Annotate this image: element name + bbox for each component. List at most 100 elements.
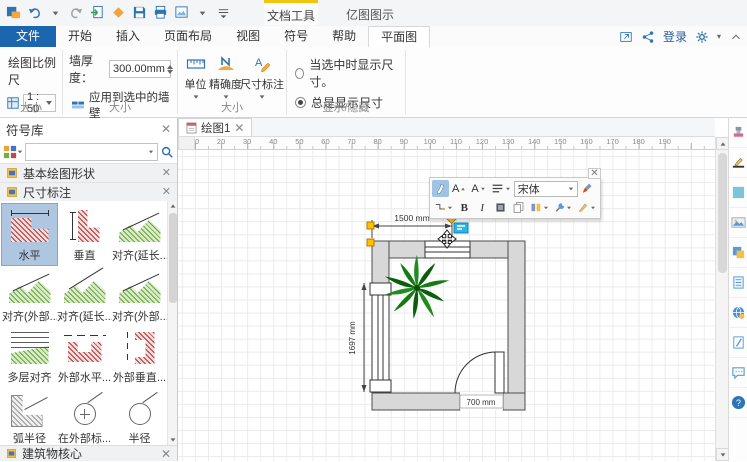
fill-style-button[interactable] [492,199,509,216]
symbol-item[interactable]: 弧半径 [2,387,57,445]
search-input[interactable] [25,143,158,161]
scrollbar-thumb [718,153,727,273]
symbol-item[interactable]: 在外部标... [57,387,112,445]
symbol-item[interactable]: 水平 [2,204,57,265]
library-section-header[interactable]: 尺寸标注✕ [0,182,177,201]
symbol-thumbnail [62,208,108,244]
symbol-item[interactable]: 对齐(延长... [112,204,167,265]
close-icon[interactable]: ✕ [162,168,171,179]
radio-option[interactable]: 当选中时显示尺寸。 [295,56,397,90]
bold-button[interactable]: B [456,199,473,216]
close-icon[interactable]: ✕ [162,187,171,198]
right-bar-button[interactable] [729,328,747,358]
qat-button[interactable] [4,3,22,21]
right-bar-button[interactable] [729,268,747,298]
canvas-vertical-scrollbar[interactable] [715,137,728,461]
quick-access-toolbar [4,3,232,21]
help-icon: ? [731,395,746,410]
font-name-select[interactable]: 宋体 [514,181,578,197]
symbol-item[interactable]: 对齐(延长... [57,265,112,326]
right-bar-button[interactable]: ? [729,388,747,418]
ribbon-tab[interactable]: 开始 [56,26,104,47]
qat-button[interactable] [67,3,85,21]
export-window-icon[interactable] [619,30,633,44]
ribbon-big-button[interactable]: A尺寸标注 [244,52,280,99]
search-icon[interactable] [160,145,174,159]
library-section-building-core[interactable]: 建筑物核心 ✕ [0,445,177,461]
copy-style-button[interactable] [510,199,527,216]
qat-button[interactable] [130,3,148,21]
right-bar-button[interactable] [729,148,747,178]
qat-button[interactable] [214,3,232,21]
right-bar-button[interactable] [729,178,747,208]
dimension-left[interactable] [362,283,367,392]
ribbon-tab[interactable]: 视图 [224,26,272,47]
ribbon-big-button[interactable]: 单位 [184,52,207,99]
symbol-item[interactable]: 对齐(外部... [112,265,167,326]
gear-dropdown-icon[interactable]: ▾ [717,32,721,41]
qat-button[interactable] [193,3,211,21]
drawing-canvas[interactable]: 700 mm 1500 mm 1697 mm [178,150,715,461]
close-icon[interactable]: ✕ [161,123,171,135]
wall-thickness-input[interactable]: 300.00mm [109,60,171,78]
symbol-item[interactable]: 垂直 [57,204,112,265]
font-increase-button[interactable]: A [450,180,468,197]
symbol-item[interactable]: 外部水平... [57,326,112,387]
close-tab-icon[interactable]: ✕ [234,122,244,134]
ribbon-tab[interactable]: 符号 [272,26,320,47]
ribbon-tab[interactable]: 页面布局 [152,26,224,47]
ribbon-tab[interactable]: 平面图 [368,26,430,47]
palm-plant-image[interactable] [384,255,449,319]
floating-toolbar: ✕ A A 宋体 B I [429,177,601,219]
right-bar-button[interactable] [729,238,747,268]
font-decrease-button[interactable]: A [469,180,487,197]
symbol-item[interactable]: 多层对齐 [2,326,57,387]
quick-color-button[interactable] [528,199,551,216]
qat-button[interactable] [151,3,169,21]
symbol-library-panel: 符号库 ✕ 基本绘图形状✕尺寸标注✕ 水平垂直对齐(延长...对齐(外部...对… [0,118,178,461]
library-section-header[interactable]: 基本绘图形状✕ [0,163,177,182]
brush-button[interactable] [579,180,596,197]
symbol-item[interactable]: 半径 [112,387,167,445]
swatch-icon [111,5,126,20]
qat-button[interactable] [172,3,190,21]
format-painter-button[interactable] [432,180,449,197]
connector-style-button[interactable] [432,199,455,216]
spinner[interactable] [167,65,173,74]
symbol-grid: 水平垂直对齐(延长...对齐(外部...对齐(延长...对齐(外部...多层对齐… [0,201,167,445]
ribbon-big-button[interactable]: 精确度 [209,52,242,99]
close-icon[interactable]: ✕ [588,168,601,179]
right-bar-button[interactable] [729,358,747,388]
symbol-item[interactable]: 对齐(外部... [2,265,57,326]
dropdown-icon [48,5,63,20]
document-tools-tab[interactable]: 文档工具 [264,0,318,25]
qat-button[interactable] [25,3,43,21]
ribbon-tab[interactable]: 插入 [104,26,152,47]
selection-handle[interactable] [367,239,374,246]
window-left[interactable] [370,283,391,392]
ribbon-tab[interactable]: 帮助 [320,26,368,47]
gear-icon[interactable] [695,30,709,44]
collapse-ribbon-icon[interactable] [729,30,743,44]
share-icon[interactable] [641,30,655,44]
undo-icon [27,5,42,20]
right-bar-button[interactable] [729,118,747,148]
selection-handle[interactable] [367,222,374,229]
login-button[interactable]: 登录 [663,28,687,45]
symbol-item[interactable]: 外部垂直... [112,326,167,387]
line-spacing-button[interactable] [489,180,513,197]
italic-button[interactable]: I [474,199,491,216]
pen-style-button[interactable] [575,199,598,216]
close-icon[interactable]: ✕ [161,448,171,460]
right-bar-button[interactable] [729,208,747,238]
layers-icon [731,245,746,260]
tools-button[interactable] [552,199,575,216]
qat-button[interactable] [88,3,106,21]
panel-scrollbar[interactable] [167,201,177,445]
qat-button[interactable] [46,3,64,21]
qat-button[interactable] [109,3,127,21]
document-tab[interactable]: 绘图1 ✕ [178,118,252,136]
right-bar-button[interactable] [729,298,747,328]
ribbon-tab[interactable]: 文件 [0,26,56,47]
library-picker-button[interactable] [3,145,23,159]
